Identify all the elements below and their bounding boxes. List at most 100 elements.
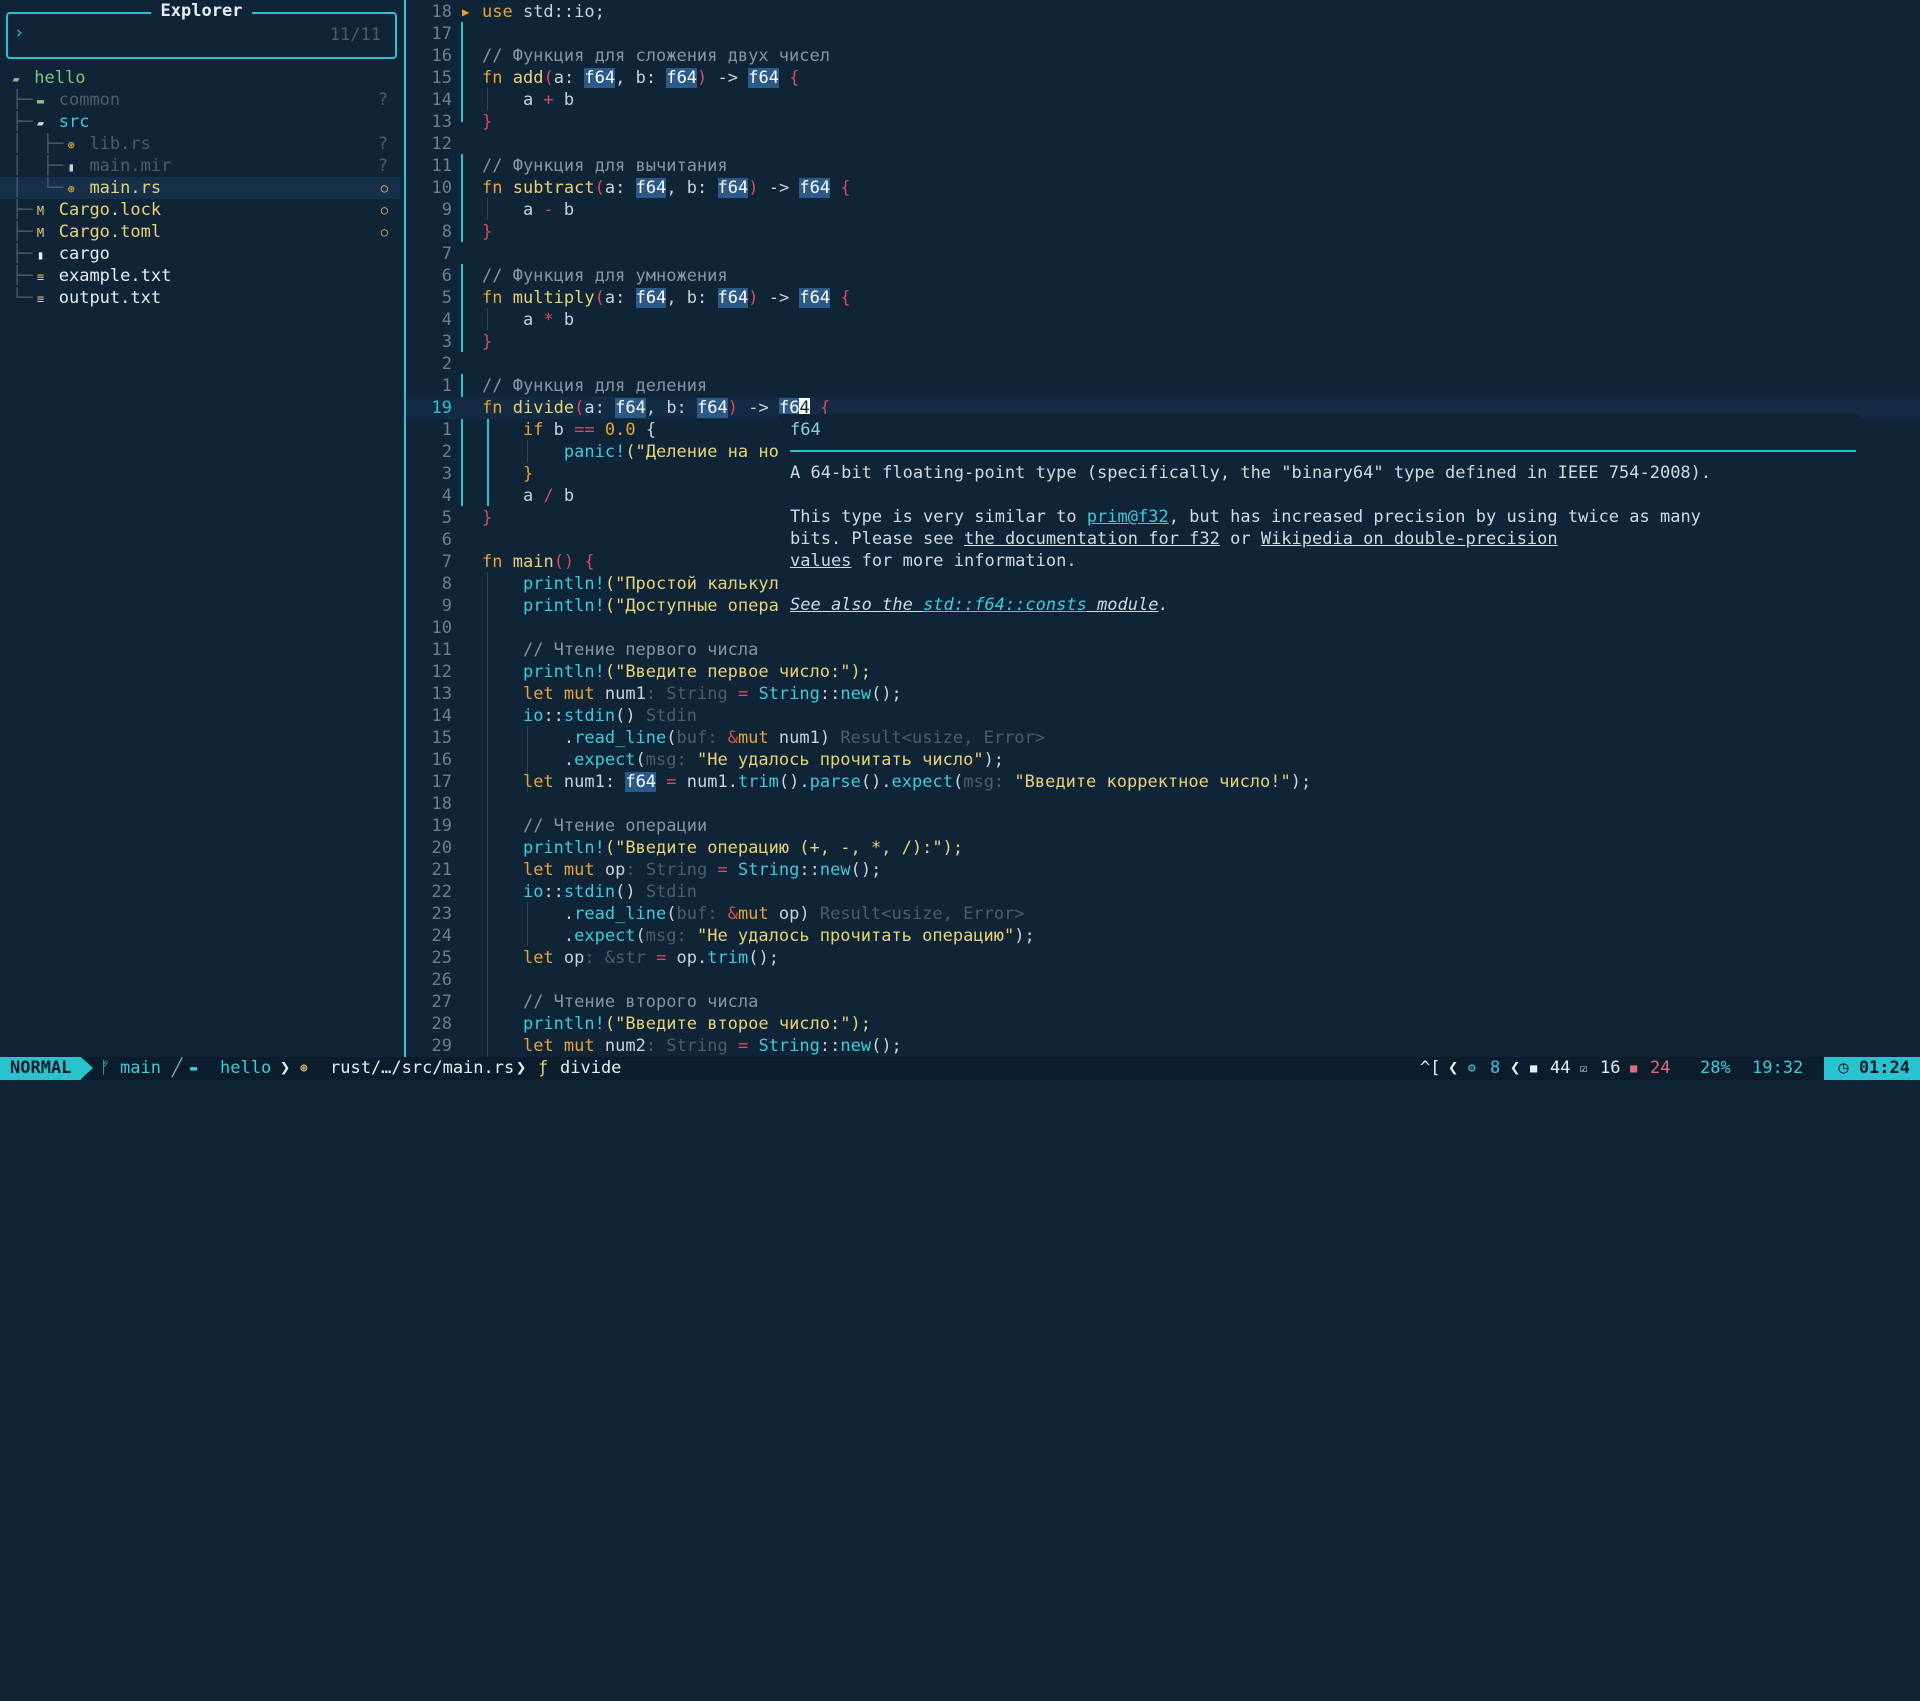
code-comment: // Чтение первого числа <box>522 640 759 660</box>
code-string: ("Введите второе число:"); <box>604 1014 871 1034</box>
line-number: 14 <box>431 90 452 110</box>
hover-paragraph: This type is very similar to prim@f32, b… <box>790 506 1701 528</box>
file-icon: ▮ <box>36 248 45 262</box>
line-number: 9 <box>441 596 452 616</box>
clock-badge: ◷ 01:24 <box>1824 1057 1920 1080</box>
git-status-untracked: ? <box>377 134 388 154</box>
cursor-position: 19:32 <box>1752 1058 1804 1078</box>
mode-indicator: NORMAL <box>0 1057 94 1080</box>
code-string: "Не удалось прочитать число" <box>696 750 984 770</box>
hover-paragraph: See also the std::f64::consts module. <box>790 594 1169 616</box>
var-name: num2 <box>604 1036 646 1056</box>
line-number: 18 <box>431 2 452 22</box>
ok-icon: ■ <box>1530 1061 1538 1075</box>
git-branch[interactable]: main <box>120 1057 161 1080</box>
doc-link-wikipedia-cont[interactable]: values <box>790 551 851 571</box>
hover-signature: f64 <box>790 420 821 440</box>
line-number: 11 <box>431 156 452 176</box>
lsp-check-count: 16 <box>1600 1058 1621 1078</box>
tree-file-cargo[interactable]: ├─ ▮ cargo <box>0 243 400 265</box>
line-number: 6 <box>441 530 452 550</box>
line-number: 21 <box>431 860 452 880</box>
hover-text: or <box>1219 529 1261 549</box>
line-number: 7 <box>441 244 452 264</box>
fn-name: add <box>512 68 544 88</box>
hover-text: for more information. <box>851 551 1077 571</box>
line-number: 1 <box>441 376 452 396</box>
hover-documentation-popup[interactable]: f64 A 64-bit floating-point type (specif… <box>778 414 1860 616</box>
line-number: 26 <box>431 970 452 990</box>
fold-arrow-icon[interactable]: ▶ <box>462 1 469 23</box>
tree-label: main.rs <box>89 178 162 198</box>
tree-label: hello <box>34 68 86 88</box>
doc-link-wikipedia[interactable]: Wikipedia on double-precision <box>1261 529 1558 549</box>
clock-time: 01:24 <box>1858 1058 1910 1078</box>
tree-folder-common[interactable]: ├─ ▬ common? <box>0 89 400 111</box>
line-number: 6 <box>441 266 452 286</box>
code-string: ("Введите первое число:"); <box>604 662 871 682</box>
tree-label: example.txt <box>58 266 172 286</box>
doc-link-f32-docs[interactable]: the documentation for f32 <box>964 529 1220 549</box>
line-number: 28 <box>431 1014 452 1034</box>
breadcrumb-chevron-icon: ❯ <box>280 1058 291 1078</box>
line-number: 5 <box>441 508 452 528</box>
line-number: 2 <box>441 442 452 462</box>
markdown-icon: M <box>36 226 45 240</box>
tree-label: Cargo.lock <box>58 200 162 220</box>
code-string: "Не удалось прочитать операцию" <box>696 926 1015 946</box>
var-name: op <box>604 860 626 880</box>
tree-file-main-mir[interactable]: │ ├─ ▮ main.mir? <box>0 155 400 177</box>
line-number: 13 <box>431 684 452 704</box>
code-comment: // Чтение второго числа <box>522 992 759 1012</box>
hover-paragraph: A 64-bit floating-point type (specifical… <box>790 463 1712 483</box>
file-icon: ▮ <box>67 160 75 174</box>
line-number: 12 <box>431 134 452 154</box>
hover-text: This type is very similar to <box>790 507 1087 527</box>
line-number: 10 <box>431 618 452 638</box>
git-status-modified: ○ <box>380 225 388 239</box>
folder-icon: ▬ <box>190 1061 198 1075</box>
status-line: NORMAL ᚠ main ╱ ▬ hello ❯ ⊛ rust/…/src/m… <box>0 1057 1920 1080</box>
tree-label: cargo <box>58 244 110 264</box>
breadcrumb-chevron-icon: ❯ <box>516 1058 527 1078</box>
tree-folder-src[interactable]: ├─ ▰ src <box>0 111 400 133</box>
folder-icon: ▬ <box>36 94 45 108</box>
line-number: 20 <box>431 838 452 858</box>
tree-file-lib-rs[interactable]: │ ├─ ⊛ lib.rs? <box>0 133 400 155</box>
rust-icon: ⊛ <box>67 182 75 196</box>
check-icon: ☑ <box>1580 1061 1588 1075</box>
line-number: 23 <box>431 904 452 924</box>
doc-link-f64-consts[interactable]: std::f64::consts <box>923 595 1087 615</box>
line-number: 10 <box>431 178 452 198</box>
tree-file-cargo-lock[interactable]: ├─ M Cargo.lock ○ <box>0 199 400 221</box>
line-number: 5 <box>441 288 452 308</box>
clock-icon: ◷ <box>1838 1058 1849 1078</box>
scroll-percent: 28% <box>1700 1058 1731 1078</box>
keyword: use <box>482 2 513 22</box>
lsp-ok-count: 44 <box>1550 1058 1571 1078</box>
tree-folder-hello[interactable]: ▰ hello <box>0 67 400 89</box>
tree-file-example-txt[interactable]: ├─ ≡ example.txt <box>0 265 400 287</box>
line-number: 22 <box>431 882 452 902</box>
file-path[interactable]: rust/…/src/main.rs <box>330 1057 514 1080</box>
line-number: 1 <box>441 420 452 440</box>
hover-paragraph: values for more information. <box>790 550 1077 572</box>
line-number: 8 <box>441 222 452 242</box>
current-symbol[interactable]: divide <box>560 1057 621 1080</box>
line-number: 8 <box>441 574 452 594</box>
tree-label: common <box>58 90 121 110</box>
explorer-search-box[interactable]: Explorer › 11/11 <box>6 1 397 59</box>
tree-label: lib.rs <box>89 134 151 154</box>
git-status-modified: ○ <box>380 203 388 217</box>
fn-name: divide <box>512 398 575 418</box>
tree-file-cargo-toml[interactable]: ├─ M Cargo.toml ○ <box>0 221 400 243</box>
error-icon: ■ <box>1630 1061 1638 1075</box>
tree-file-main-rs[interactable]: │ └─ ⊛ main.rs ○ <box>0 177 400 199</box>
tree-file-output-txt[interactable]: └─ ≡ output.txt <box>0 287 400 309</box>
rust-icon: ⊛ <box>300 1061 308 1076</box>
project-name[interactable]: hello <box>220 1057 271 1080</box>
separator-icon: ╱ <box>172 1058 183 1078</box>
doc-link-prim-f32[interactable]: prim@f32 <box>1087 507 1169 527</box>
code-comment: // Функция для деления <box>482 376 708 396</box>
hover-paragraph: bits. Please see the documentation for f… <box>790 528 1558 550</box>
